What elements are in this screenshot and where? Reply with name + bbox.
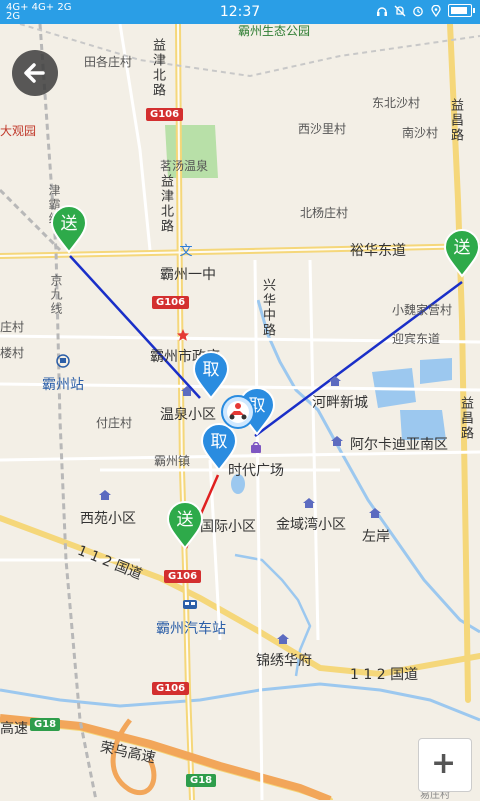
residential-icon-jinxiu — [277, 634, 289, 644]
zoom-in-button[interactable]: + — [418, 738, 472, 792]
pickup-marker-top[interactable]: 取 — [192, 350, 230, 400]
map-label-yuhua-east: 裕华东道 — [350, 243, 406, 259]
deliver-marker-left-label: 送 — [61, 214, 78, 234]
deliver-marker-right[interactable]: 送 — [443, 228, 480, 278]
pickup-marker-bottom-label: 取 — [211, 432, 228, 452]
map-label-jinchengwan: 金域湾小区 — [276, 517, 346, 533]
map-label-yichang-top: 益昌路 — [448, 98, 463, 143]
map-label-gaosu-left: 高速 — [0, 721, 28, 737]
mute-bell-icon — [394, 5, 406, 16]
map-label-nansha: 南沙村 — [402, 126, 439, 140]
map-label-tiangezhuang: 田各庄村 — [84, 55, 133, 69]
residential-icon-zuoan — [369, 508, 381, 518]
road-shield-g106-a: G106 — [146, 108, 184, 121]
map-label-beiyangzhuang: 北杨庄村 — [300, 206, 349, 220]
map-label-jingjiu: 京九线 — [49, 274, 63, 316]
map-label-xinghua: 兴华中路 — [260, 278, 275, 338]
city-gov-star-icon — [177, 329, 189, 341]
map-label-dongbei-sha: 东北沙村 — [372, 96, 421, 110]
road-shield-g18-a: G18 — [30, 718, 61, 731]
residential-icon-hepan — [329, 376, 341, 386]
plus-icon: + — [431, 746, 457, 781]
map-view[interactable]: 霸州生态公园 田各庄村 益津北路 东北沙村 西沙里村 南沙村 大观园 茗汤温泉 … — [0, 24, 480, 801]
road-shield-g106-c: G106 — [164, 570, 202, 583]
alarm-icon — [413, 6, 423, 16]
train-station-icon — [56, 354, 70, 368]
residential-icon-xiyuan — [99, 490, 111, 500]
map-label-yingbin: 迎宾东道 — [392, 332, 441, 346]
map-label-wenquan: 温泉小区 — [160, 407, 216, 423]
road-shield-g18-b: G18 — [186, 774, 217, 787]
bus-station-icon — [183, 600, 197, 609]
battery-icon — [448, 4, 475, 17]
status-icons — [376, 4, 475, 17]
map-label-bazhou-no1: 霸州一中 — [160, 267, 216, 283]
map-label-aerka: 阿尔卡迪亚南区 — [350, 437, 448, 453]
map-label-park: 霸州生态公园 — [238, 24, 311, 38]
map-label-xiaowei: 小魏家营村 — [392, 303, 453, 317]
headset-icon — [377, 6, 387, 16]
map-label-yijin-north-road-mid: 益津北路 — [158, 174, 173, 234]
status-bar: 4G+ 4G+ 2G 2G 12:37 — [0, 0, 480, 24]
rider-location-icon[interactable] — [220, 394, 256, 430]
arrow-left-icon — [24, 63, 45, 83]
map-label-fuzhuang: 付庄村 — [96, 416, 133, 430]
map-label-bazhou-town: 霸州镇 — [154, 454, 191, 468]
map-label-bazhou-station: 霸州站 — [42, 377, 84, 393]
pickup-marker-top-label: 取 — [203, 360, 220, 380]
map-label-yichang-bottom: 益昌路 — [458, 396, 473, 441]
residential-icon-aerka — [331, 436, 343, 446]
deliver-marker-bottom-label: 送 — [177, 510, 194, 530]
road-shield-g106-d: G106 — [152, 682, 190, 695]
deliver-marker-right-label: 送 — [454, 238, 471, 258]
school-icon: 文 — [179, 244, 192, 258]
map-label-guoji: 国际小区 — [200, 519, 256, 535]
map-label-yijin-north-road-top: 益津北路 — [150, 38, 165, 98]
deliver-marker-left[interactable]: 送 — [50, 204, 88, 254]
map-label-xiyuan: 西苑小区 — [80, 511, 136, 527]
map-label-xisha-li: 西沙里村 — [298, 122, 347, 136]
map-label-mingtang: 茗汤温泉 — [160, 159, 209, 173]
svg-text:文: 文 — [179, 244, 192, 258]
map-label-hepan: 河畔新城 — [312, 395, 368, 411]
road-shield-g106-b: G106 — [152, 296, 190, 309]
map-label-daguanyuan: 大观园 — [0, 124, 37, 138]
map-label-zhuang-left: 庄村 — [0, 320, 25, 334]
map-label-jinxiu: 锦绣华府 — [256, 653, 312, 669]
back-button[interactable] — [12, 50, 58, 96]
map-label-lou-left: 楼村 — [0, 346, 25, 360]
shopping-icon — [251, 442, 261, 453]
location-icon — [431, 4, 441, 17]
map-label-bus-station: 霸州汽车站 — [156, 621, 226, 637]
map-label-road-112-east: 1 1 2 国道 — [350, 667, 419, 683]
deliver-marker-bottom[interactable]: 送 — [166, 500, 204, 550]
residential-icon-jinchengwan — [303, 498, 315, 508]
map-label-zuoan: 左岸 — [362, 529, 390, 545]
